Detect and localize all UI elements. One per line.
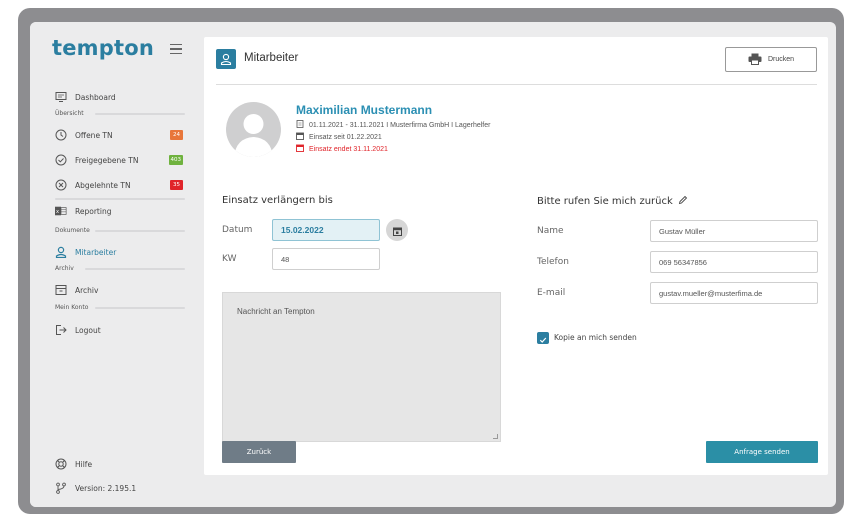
section-label-archive: Archiv (55, 265, 74, 272)
sidebar-item-rejected-tn[interactable]: Abgelehnte TN 35 (55, 177, 185, 193)
employee-name: Maximilian Mustermann (296, 103, 433, 117)
callback-section-title: Bitte rufen Sie mich zurück (537, 195, 688, 208)
sidebar-item-logout[interactable]: Logout (55, 322, 185, 338)
hamburger-menu-icon[interactable] (170, 44, 182, 54)
date-input[interactable]: 15.02.2022 (272, 219, 380, 241)
section-label-overview: Übersicht (55, 110, 84, 117)
logout-icon (55, 324, 67, 336)
pencil-icon (678, 195, 688, 208)
app-window: tempton Dashboard Übersicht Offene TN 24… (30, 22, 836, 507)
clock-icon (55, 129, 67, 141)
section-divider (95, 113, 185, 115)
section-divider (95, 230, 185, 232)
section-divider (85, 268, 185, 270)
sidebar-item-label: Reporting (75, 206, 112, 216)
print-button-label: Drucken (767, 56, 795, 63)
section-divider (95, 307, 185, 309)
sidebar-item-label: Archiv (75, 285, 99, 295)
tempton-logo: tempton (52, 36, 155, 60)
dashboard-icon (55, 91, 67, 103)
calendar-picker-button[interactable] (386, 219, 408, 241)
name-input[interactable]: Gustav Müller (650, 220, 818, 242)
name-label: Name (537, 226, 564, 236)
section-label-account: Mein Konto (55, 304, 89, 311)
sidebar-item-reporting[interactable]: x Reporting (55, 203, 185, 219)
excel-icon: x (55, 205, 67, 217)
copy-checkbox-label: Kopie an mich senden (554, 333, 637, 342)
employee-end-line: Einsatz endet 31.11.2021 (296, 144, 388, 154)
resize-grip-icon[interactable] (493, 434, 498, 439)
phone-label: Telefon (537, 257, 569, 267)
employee-period-line: 01.11.2021 - 31.11.2021 I Musterfirma Gm… (296, 120, 490, 130)
calendar-warning-icon (296, 144, 304, 154)
checkmark-icon (539, 329, 547, 348)
printer-icon (748, 50, 762, 69)
sidebar: tempton Dashboard Übersicht Offene TN 24… (30, 22, 195, 507)
employee-header-icon (216, 49, 236, 69)
sidebar-item-label: Freigegebene TN (75, 155, 139, 165)
employee-end: Einsatz endet 31.11.2021 (309, 145, 388, 153)
phone-input[interactable]: 069 56347856 (650, 251, 818, 273)
archive-icon (55, 284, 67, 296)
git-branch-icon (55, 482, 67, 494)
employee-since: Einsatz seit 01.22.2021 (309, 133, 382, 141)
message-textarea[interactable]: Nachricht an Tempton (222, 292, 501, 442)
version-info: Version: 2.195.1 (55, 480, 185, 496)
week-input[interactable]: 48 (272, 248, 380, 270)
sidebar-item-help[interactable]: Hilfe (55, 456, 185, 472)
week-label: KW (222, 254, 237, 264)
employee-since-line: Einsatz seit 01.22.2021 (296, 132, 382, 142)
copy-checkbox[interactable] (537, 332, 549, 344)
version-label: Version: 2.195.1 (75, 483, 137, 493)
send-request-button[interactable]: Anfrage senden (706, 441, 818, 463)
section-divider (55, 198, 185, 200)
sidebar-item-employees[interactable]: Mitarbeiter (55, 244, 185, 260)
callback-title-text: Bitte rufen Sie mich zurück (537, 196, 673, 207)
avatar (226, 102, 281, 157)
sidebar-item-archive[interactable]: Archiv (55, 282, 185, 298)
date-label: Datum (222, 225, 253, 235)
header-divider (216, 84, 817, 85)
sidebar-item-label: Abgelehnte TN (75, 180, 131, 190)
print-button[interactable]: Drucken (725, 47, 817, 72)
sidebar-item-label: Offene TN (75, 130, 113, 140)
count-badge: 24 (170, 130, 183, 140)
section-label-documents: Dokumente (55, 227, 90, 234)
check-circle-icon (55, 154, 67, 166)
x-circle-icon (55, 179, 67, 191)
svg-text:x: x (56, 209, 59, 215)
sidebar-item-label: Logout (75, 325, 101, 335)
extend-section-title: Einsatz verlängern bis (222, 195, 333, 206)
main-content-card: Mitarbeiter Drucken Maximilian Musterman… (204, 37, 828, 475)
calendar-icon (296, 132, 304, 142)
sidebar-item-open-tn[interactable]: Offene TN 24 (55, 127, 185, 143)
sidebar-item-label: Dashboard (75, 92, 116, 102)
employee-period: 01.11.2021 - 31.11.2021 I Musterfirma Gm… (309, 121, 491, 129)
email-label: E-mail (537, 288, 566, 298)
message-placeholder: Nachricht an Tempton (237, 307, 315, 316)
user-icon (55, 246, 67, 258)
document-icon (296, 120, 304, 130)
lifebuoy-icon (55, 458, 67, 470)
email-input[interactable]: gustav.mueller@musterfima.de (650, 282, 818, 304)
page-title: Mitarbeiter (244, 52, 299, 64)
help-label: Hilfe (75, 459, 93, 469)
sidebar-item-dashboard[interactable]: Dashboard (55, 89, 185, 105)
calendar-icon (392, 221, 402, 240)
sidebar-item-label: Mitarbeiter (75, 247, 117, 257)
back-button[interactable]: Zurück (222, 441, 296, 463)
count-badge: 403 (168, 155, 183, 165)
sidebar-item-approved-tn[interactable]: Freigegebene TN 403 (55, 152, 185, 168)
count-badge: 35 (170, 180, 183, 190)
